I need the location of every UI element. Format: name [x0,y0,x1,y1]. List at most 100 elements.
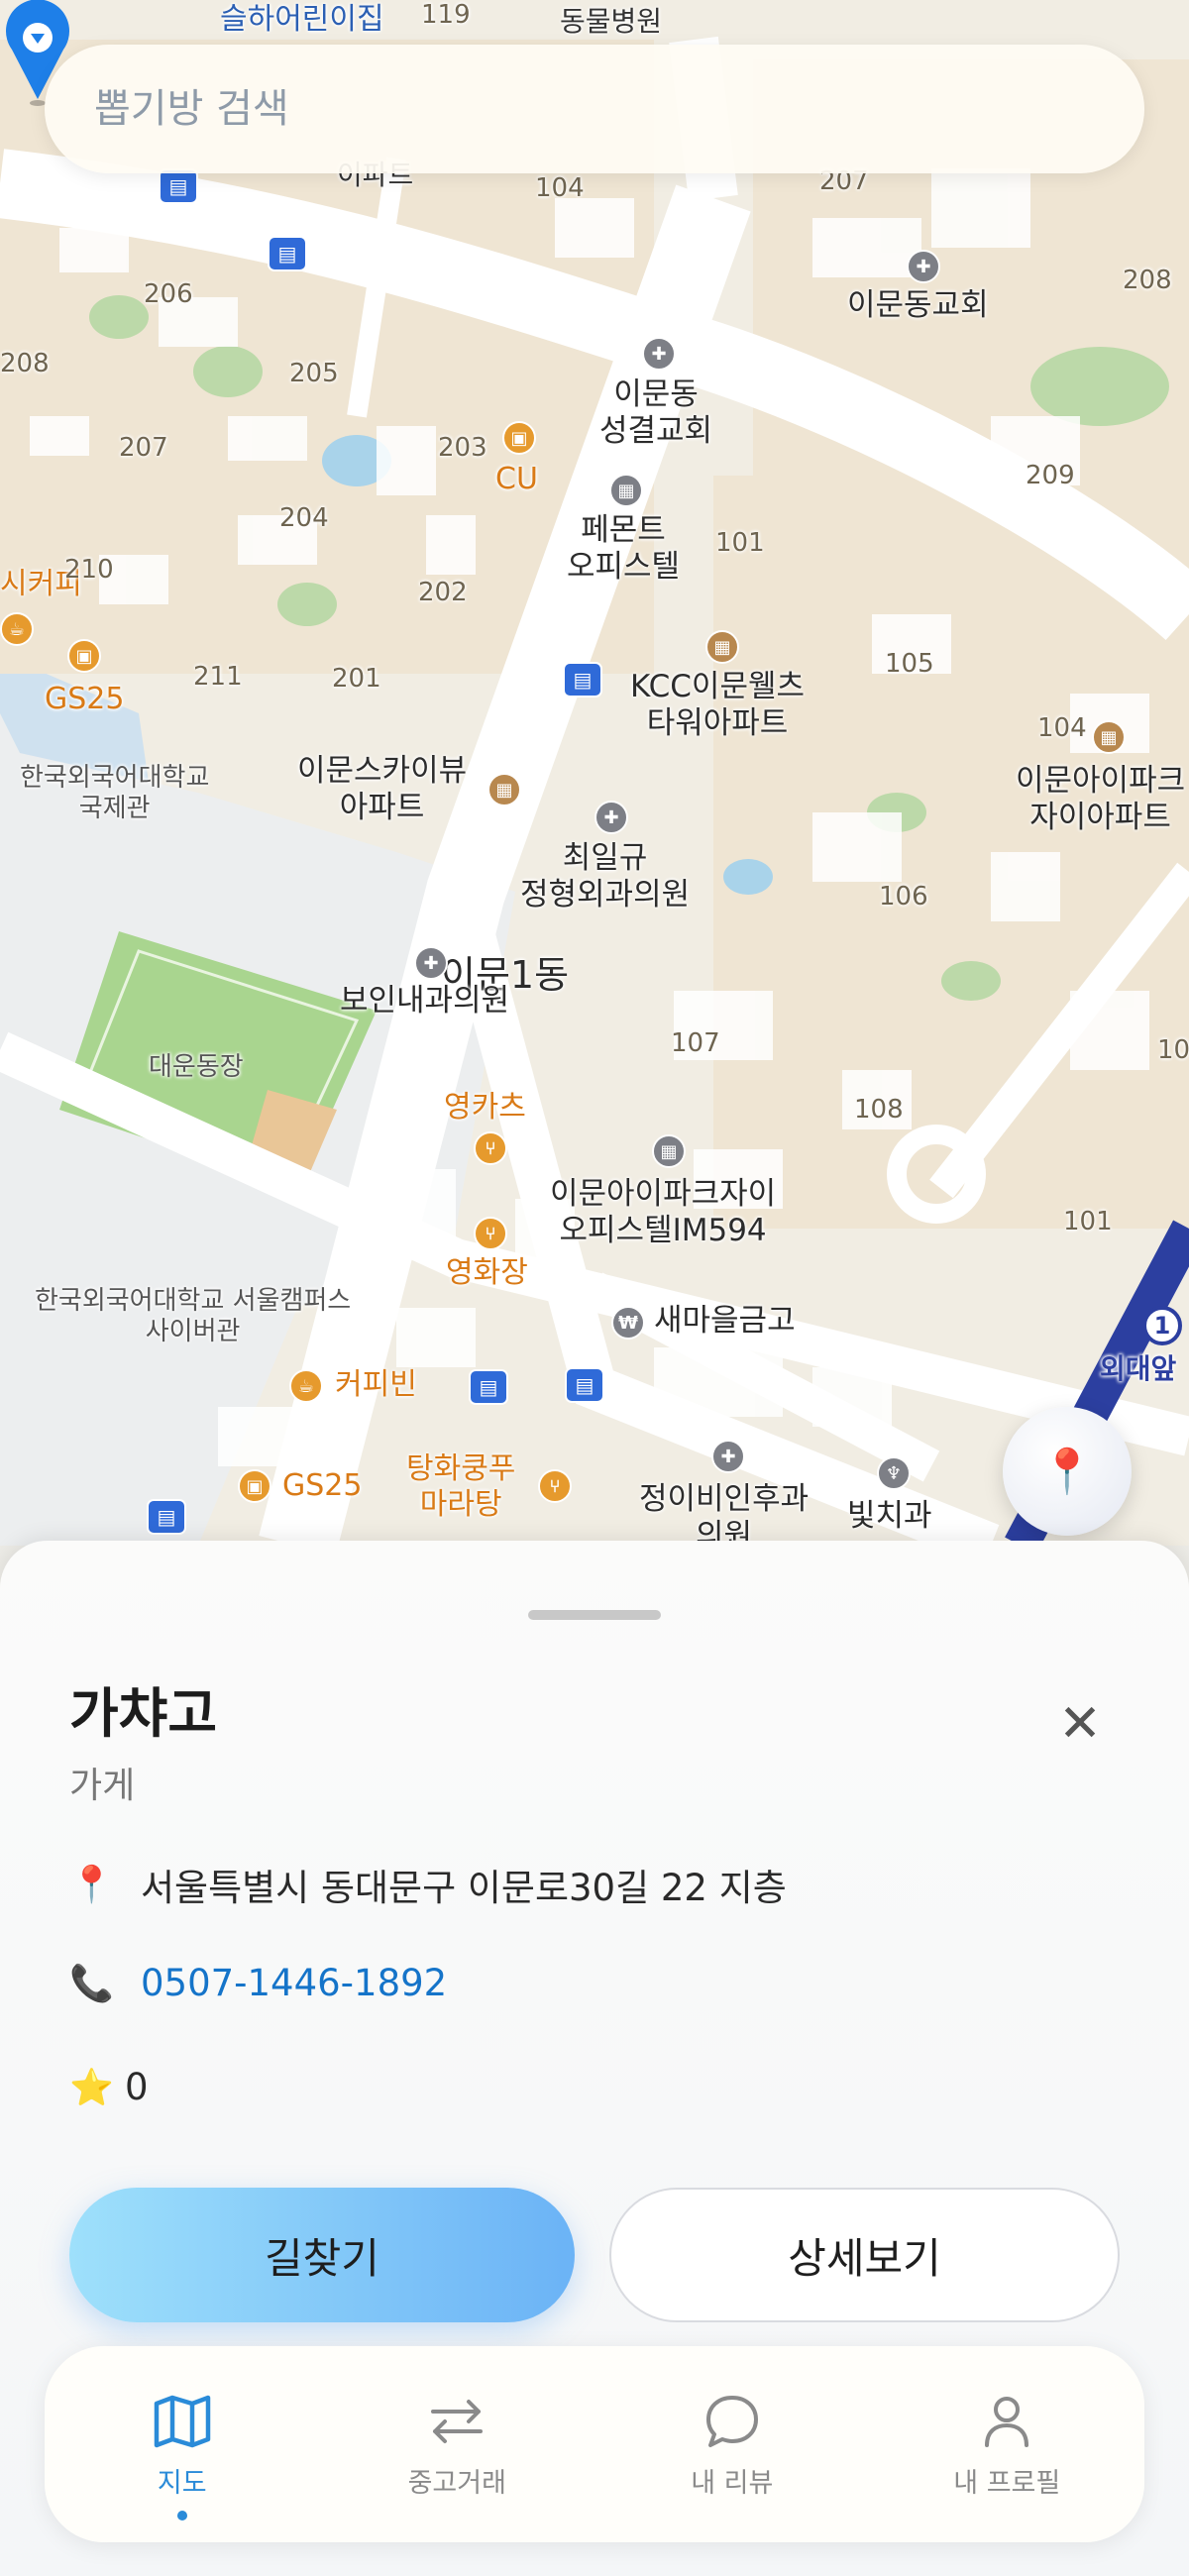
apartment-icon[interactable]: ▦ [1092,720,1126,754]
map-label-seonggyeol-church[interactable]: 이문동 성결교회 [599,376,712,450]
bus-stop-icon[interactable]: ▤ [565,1367,604,1403]
place-name: 가챠고 [69,1682,218,1745]
map-label-tanghulu-malatang[interactable]: 탕화쿵푸 마라탕 [406,1451,515,1523]
building-icon[interactable]: ▦ [652,1134,686,1168]
map-label-gs25-north[interactable]: GS25 [45,682,124,717]
map-label-animal-hospital[interactable]: 동물병원 [560,5,662,39]
building-number: 108 [854,1095,904,1125]
bus-stop-icon[interactable]: ▤ [268,236,307,271]
sheet-drag-handle[interactable] [528,1610,661,1620]
building-icon[interactable]: ▦ [609,474,643,507]
map-label-coffeebean[interactable]: 커피빈 [335,1367,417,1403]
bottom-navigation: 지도 중고거래 내 리뷰 내 프로필 [45,2346,1144,2542]
map-label-choi-orthopedics[interactable]: 최일규 정형외과의원 [520,840,690,913]
building-number: 209 [1026,461,1075,490]
user-icon [985,2396,1029,2447]
rating-row: ⭐ 0 [69,2066,149,2108]
map-label-kindergarten[interactable]: 슬하어린이집 [220,2,384,38]
bank-icon[interactable]: ₩ [611,1306,645,1340]
map-label-saemaeul-bank[interactable]: 새마을금고 [654,1303,796,1340]
address-row: 📍 서울특별시 동대문구 이문로30길 22 지층 [69,1858,787,1911]
active-indicator [176,2511,187,2521]
map-label-jeongibi-ent[interactable]: 정이비인후과 의원 [639,1481,809,1546]
dental-icon[interactable]: ♆ [877,1456,911,1490]
bus-stop-icon[interactable]: ▤ [159,168,198,204]
building-number: 208 [1123,266,1172,295]
bus-stop-icon[interactable]: ▤ [147,1499,186,1535]
search-input[interactable] [94,86,1144,132]
phone-link[interactable]: 0507-1446-1892 [141,1962,447,2004]
nav-item-map[interactable]: 지도 [45,2346,320,2542]
building-number: 106 [879,882,928,912]
close-button[interactable]: ✕ [1050,1694,1110,1754]
details-button[interactable]: 상세보기 [609,2188,1120,2322]
place-address: 서울특별시 동대문구 이문로30길 22 지층 [141,1867,787,1909]
hospital-icon[interactable]: ✚ [414,946,448,980]
map-view[interactable]: 슬하어린이집 동물병원 이파트 이문동교회 이문동 성결교회 CU 페몬트 오피… [0,0,1189,1546]
map-label-pemont-officetel[interactable]: 페몬트 오피스텔 [567,512,680,586]
map-icon [154,2395,210,2447]
hospital-icon[interactable]: ✚ [711,1440,745,1473]
building-number: 107 [671,1028,720,1058]
map-label-imun-church[interactable]: 이문동교회 [847,287,989,324]
place-category: 가게 [69,1766,136,1806]
map-label-younghwajang[interactable]: 영화장 [446,1255,528,1291]
map-label-youngkatz[interactable]: 영카츠 [444,1090,526,1126]
hospital-icon[interactable]: ✚ [594,801,628,834]
church-icon[interactable]: ✚ [907,250,940,283]
map-label-skyview-apartment[interactable]: 이문스카이뷰 아파트 [297,753,467,826]
apartment-icon[interactable]: ▦ [705,630,739,664]
building-number: 204 [279,503,329,533]
convenience-store-icon[interactable]: ▣ [502,421,536,455]
cafe-icon[interactable]: ☕ [289,1369,323,1403]
map-label-hufs-international[interactable]: 한국외국어대학교 국제관 [20,763,209,824]
phone-row: 📞 0507-1446-1892 [69,1962,447,2004]
apartment-icon[interactable]: ▦ [487,773,521,806]
building-number: 201 [332,664,381,694]
star-icon: ⭐ [69,2067,114,2108]
nav-item-my-profile[interactable]: 내 프로필 [870,2346,1145,2542]
location-pin-button[interactable]: 📍 [1003,1407,1132,1536]
map-label-hufs-station[interactable]: 외대앞 [1100,1352,1176,1386]
location-pin-icon: 📍 [69,1865,114,1905]
bus-stop-icon[interactable]: ▤ [563,662,602,698]
restaurant-icon[interactable]: ⑂ [474,1131,507,1165]
convenience-store-icon[interactable]: ▣ [67,639,101,673]
nav-label: 내 리뷰 [691,2467,774,2499]
building-number: 208 [0,349,50,378]
close-icon: ✕ [1058,1694,1102,1754]
building-number: 205 [289,359,339,388]
church-icon[interactable]: ✚ [642,337,676,371]
phone-icon: 📞 [69,1963,114,2004]
map-label-iaipark-apartment[interactable]: 이문아이파크 자이아파트 [1016,763,1185,836]
building-number: 206 [144,279,193,309]
search-bar[interactable] [45,45,1144,173]
building-number: 104 [535,173,585,203]
chat-bubble-icon [705,2395,758,2447]
bus-stop-icon[interactable]: ▤ [469,1369,508,1405]
directions-button[interactable]: 길찾기 [69,2188,575,2322]
building-number: 119 [421,0,471,30]
nav-label: 지도 [157,2467,207,2499]
building-number: 211 [193,662,243,692]
map-label-cu[interactable]: CU [495,462,538,497]
map-label-iaipark-officetel[interactable]: 이문아이파크자이 오피스텔IM594 [550,1176,776,1249]
building-number: 203 [438,433,487,463]
restaurant-icon[interactable]: ⑂ [474,1217,507,1250]
swap-arrows-icon [431,2399,484,2443]
building-number: 105 [885,649,934,679]
nav-item-secondhand[interactable]: 중고거래 [320,2346,595,2542]
restaurant-icon[interactable]: ⑂ [538,1469,572,1503]
map-label-dental-clinic[interactable]: 빛치과 [847,1498,932,1535]
nav-item-my-reviews[interactable]: 내 리뷰 [594,2346,870,2542]
building-number: 104 [1037,713,1087,743]
convenience-store-icon[interactable]: ▣ [238,1469,271,1503]
map-label-kcc-apartment[interactable]: KCC이문웰츠 타워아파트 [630,669,805,742]
map-label-hufs-cyber[interactable]: 한국외국어대학교 서울캠퍼스 사이버관 [35,1286,351,1347]
cafe-icon[interactable]: ☕ [0,612,34,646]
building-number: 202 [418,578,468,607]
map-label-gs25-south[interactable]: GS25 [282,1468,362,1504]
map-label-boin-clinic[interactable]: 보인내과의원 [340,983,509,1020]
nav-label: 중고거래 [407,2467,506,2499]
place-rating: 0 [125,2066,149,2108]
